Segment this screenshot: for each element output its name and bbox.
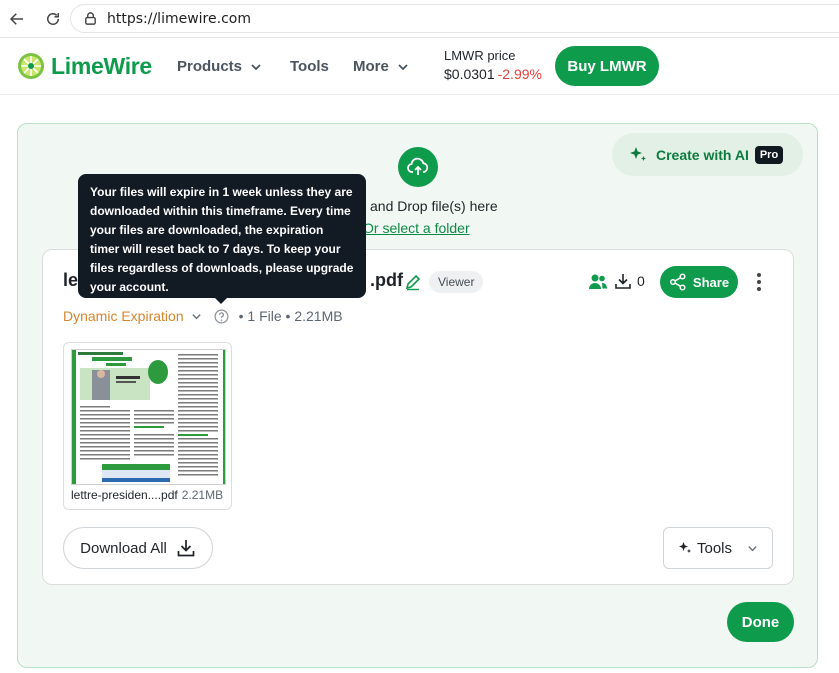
pro-badge: Pro (754, 145, 784, 164)
create-with-ai-button[interactable]: Create with AI Pro (612, 133, 803, 176)
nav-products[interactable]: Products (177, 58, 262, 75)
token-price: LMWR price $0.0301 -2.99% (444, 48, 542, 82)
share-label: Share (692, 274, 730, 290)
nav-tools-label: Tools (290, 58, 329, 75)
sparkle-icon (630, 146, 646, 161)
done-button[interactable]: Done (727, 602, 794, 642)
tooltip-text: Your files will expire in 1 week unless … (90, 185, 354, 294)
buy-lmwr-button[interactable]: Buy LMWR (555, 46, 659, 86)
drop-files-text: and Drop file(s) here (370, 198, 498, 214)
chevron-down-icon (251, 63, 261, 70)
users-icon[interactable] (588, 272, 608, 292)
download-count: 0 (614, 272, 645, 290)
reload-button[interactable] (42, 8, 64, 30)
edit-pencil-icon[interactable] (404, 273, 422, 291)
price-label: LMWR price (444, 48, 516, 63)
thumbnail-name-text: lettre-presiden....pdf (71, 488, 178, 502)
file-meta: • 1 File • 2.21MB (238, 308, 343, 324)
price-change: -2.99% (497, 66, 542, 82)
share-button[interactable]: Share (660, 266, 738, 298)
reload-icon (47, 13, 59, 25)
browser-toolbar: https://limewire.com (0, 0, 839, 38)
address-bar[interactable]: https://limewire.com (70, 4, 839, 33)
limewire-logo-icon (18, 53, 44, 79)
nav-more-label: More (353, 58, 389, 75)
select-folder-link[interactable]: Or select a folder (363, 220, 470, 236)
logo[interactable]: LimeWire (17, 52, 152, 80)
file-title: le (63, 270, 79, 290)
download-all-button[interactable]: Download All (63, 527, 213, 569)
download-count-value: 0 (637, 273, 645, 289)
viewer-badge: Viewer (429, 271, 484, 293)
tools-label: Tools (697, 539, 733, 557)
more-options-button[interactable] (748, 270, 770, 294)
create-with-ai-label: Create with AI (656, 146, 749, 163)
site-info-icon[interactable] (83, 11, 99, 27)
nav-more[interactable]: More (353, 58, 409, 75)
tooltip-arrow (214, 297, 228, 304)
expiration-row: Dynamic Expiration • 1 File • 2.21MB (63, 308, 343, 324)
tools-dropdown[interactable]: Tools (663, 527, 773, 569)
arrow-left-icon (9, 13, 23, 25)
pdf-preview-image (71, 349, 226, 485)
logo-text: LimeWire (51, 52, 152, 79)
upload-button[interactable] (398, 147, 438, 187)
sparkle-icon (679, 542, 691, 553)
expiration-dropdown[interactable]: Dynamic Expiration (63, 308, 184, 324)
download-icon (177, 540, 195, 557)
download-icon (615, 274, 631, 289)
cloud-upload-icon (407, 157, 429, 175)
chevron-down-icon (398, 63, 408, 70)
help-icon[interactable] (214, 309, 229, 324)
share-icon (669, 273, 686, 291)
back-button[interactable] (6, 8, 28, 30)
file-thumbnail-card[interactable]: lettre-presiden....pdf 2.21MB (63, 342, 232, 510)
nav-tools[interactable]: Tools (290, 58, 329, 75)
file-title-extension: .pdf (370, 270, 403, 290)
more-vertical-icon (757, 273, 761, 291)
site-header: LimeWire Products Tools More LMWR price … (0, 39, 839, 95)
nav-products-label: Products (177, 58, 243, 75)
download-all-label: Download All (80, 539, 167, 557)
chevron-down-icon (748, 545, 757, 551)
thumbnail-size: 2.21MB (181, 488, 224, 502)
price-value: $0.0301 (444, 66, 495, 82)
chevron-down-icon[interactable] (191, 311, 202, 322)
thumbnail-file-name: lettre-presiden....pdf 2.21MB (71, 488, 223, 502)
expiration-tooltip: Your files will expire in 1 week unless … (78, 174, 366, 298)
url-text: https://limewire.com (107, 10, 251, 27)
